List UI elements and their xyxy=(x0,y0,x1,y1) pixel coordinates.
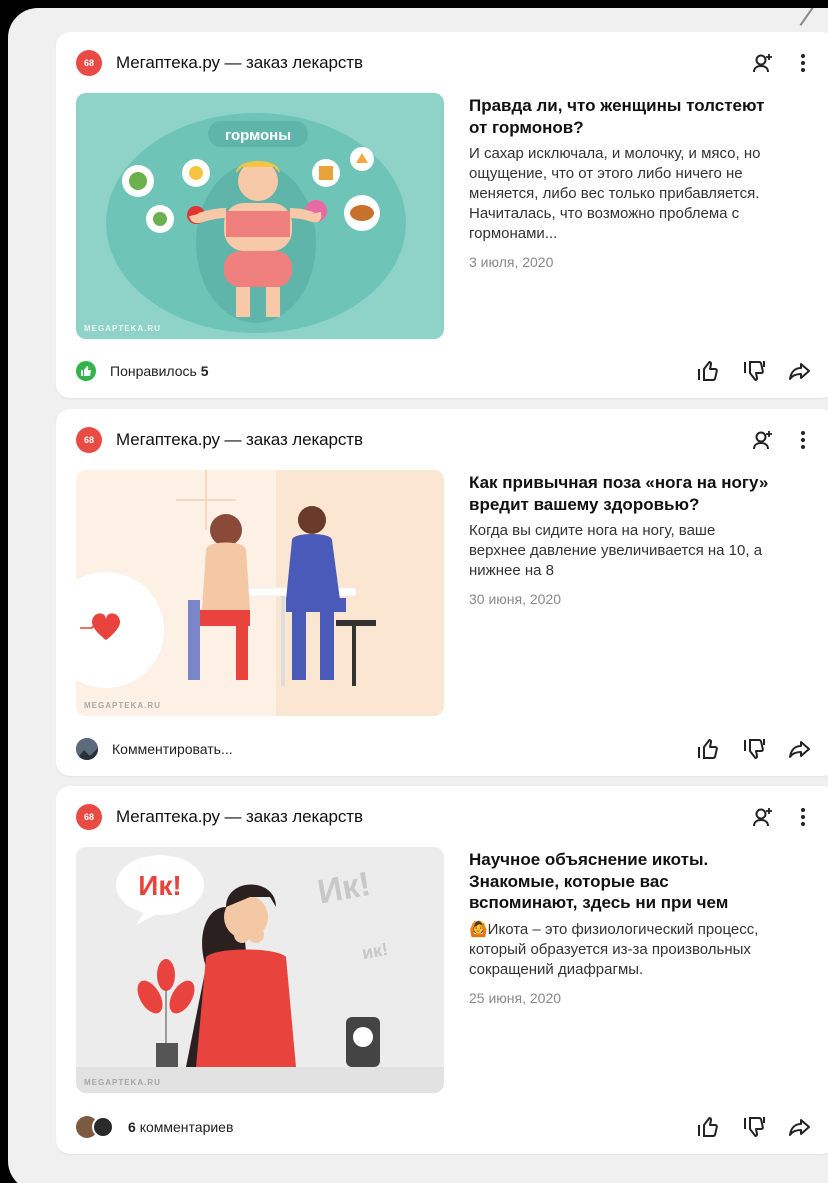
reaction-actions xyxy=(696,1115,812,1139)
image-watermark: MEGAPTEKA.RU xyxy=(84,1078,161,1087)
share-icon[interactable] xyxy=(788,737,812,761)
dislike-icon[interactable] xyxy=(742,1115,766,1139)
article-title[interactable]: Как привычная поза «нога на ногу» вредит… xyxy=(469,472,769,515)
reaction-actions xyxy=(696,359,812,383)
article-image[interactable]: Ик! Ик! ик! MEGAPTEKA.RU xyxy=(76,847,444,1093)
corner-line xyxy=(799,8,819,26)
header-actions xyxy=(752,806,806,828)
subscribe-icon[interactable] xyxy=(752,429,774,451)
card-footer: Комментировать... xyxy=(76,736,816,762)
article-text[interactable]: Как привычная поза «нога на ногу» вредит… xyxy=(469,472,769,607)
article-snippet: 🙆Икота – это физиологический процесс, ко… xyxy=(469,920,759,978)
article-snippet: Когда вы сидите нога на ногу, ваше верхн… xyxy=(469,522,763,579)
reaction-actions xyxy=(696,737,812,761)
share-icon[interactable] xyxy=(788,359,812,383)
article-text[interactable]: Научное объяснение икоты. Знакомые, кото… xyxy=(469,849,769,1006)
subscribe-icon[interactable] xyxy=(752,52,774,74)
channel-logo[interactable]: 68 xyxy=(76,427,102,453)
card-header: 68 Мегаптека.ру — заказ лекарств xyxy=(76,50,816,76)
user-avatar xyxy=(92,1116,114,1138)
article-title[interactable]: Правда ли, что женщины толстеют от гормо… xyxy=(469,95,769,138)
share-icon[interactable] xyxy=(788,1115,812,1139)
card-footer: 6 комментариев xyxy=(76,1114,816,1140)
more-options-icon[interactable] xyxy=(800,808,806,826)
article-text[interactable]: Правда ли, что женщины толстеют от гормо… xyxy=(469,95,769,270)
feed-card[interactable]: 68 Мегаптека.ру — заказ лекарств гормоны xyxy=(56,32,828,398)
image-caption: гормоны xyxy=(225,127,291,144)
like-icon[interactable] xyxy=(696,359,720,383)
article-snippet: И сахар исключала, и молочку, и мясо, но… xyxy=(469,145,761,242)
channel-name[interactable]: Мегаптека.ру — заказ лекарств xyxy=(116,807,363,827)
dislike-icon[interactable] xyxy=(742,737,766,761)
image-watermark: MEGAPTEKA.RU xyxy=(84,701,161,710)
comments-summary[interactable]: 6 комментариев xyxy=(128,1119,233,1135)
header-actions xyxy=(752,429,806,451)
card-footer: Понравилось 5 xyxy=(76,358,816,384)
article-image[interactable]: MEGAPTEKA.RU xyxy=(76,470,444,716)
article-date: 25 июня, 2020 xyxy=(469,989,562,1006)
like-icon[interactable] xyxy=(696,1115,720,1139)
article-title[interactable]: Научное объяснение икоты. Знакомые, кото… xyxy=(469,849,769,914)
article-date: 30 июня, 2020 xyxy=(469,591,562,607)
likes-summary: Понравилось 5 xyxy=(110,363,209,379)
article-image[interactable]: гормоны MEGAPTEKA.RU xyxy=(76,93,444,339)
header-actions xyxy=(752,52,806,74)
commenter-avatars xyxy=(76,1116,114,1138)
like-icon[interactable] xyxy=(696,737,720,761)
more-options-icon[interactable] xyxy=(800,54,806,72)
comment-prompt[interactable]: Комментировать... xyxy=(112,741,233,757)
card-header: 68 Мегаптека.ру — заказ лекарств xyxy=(76,804,816,830)
image-watermark: MEGAPTEKA.RU xyxy=(84,324,161,333)
feed-card[interactable]: 68 Мегаптека.ру — заказ лекарств Ик! Ик!… xyxy=(56,786,828,1154)
channel-logo[interactable]: 68 xyxy=(76,804,102,830)
feed-card[interactable]: 68 Мегаптека.ру — заказ лекарств MEGAPTE… xyxy=(56,409,828,776)
more-options-icon[interactable] xyxy=(800,431,806,449)
channel-name[interactable]: Мегаптека.ру — заказ лекарств xyxy=(116,430,363,450)
subscribe-icon[interactable] xyxy=(752,806,774,828)
card-header: 68 Мегаптека.ру — заказ лекарств xyxy=(76,427,816,453)
like-badge-icon xyxy=(76,361,96,381)
article-date: 3 июля, 2020 xyxy=(469,254,554,270)
channel-logo[interactable]: 68 xyxy=(76,50,102,76)
feed-frame: 68 Мегаптека.ру — заказ лекарств гормоны xyxy=(8,8,828,1183)
user-avatar xyxy=(76,738,98,760)
dislike-icon[interactable] xyxy=(742,359,766,383)
channel-name[interactable]: Мегаптека.ру — заказ лекарств xyxy=(116,53,363,73)
image-caption-big: Ик! xyxy=(138,870,181,901)
